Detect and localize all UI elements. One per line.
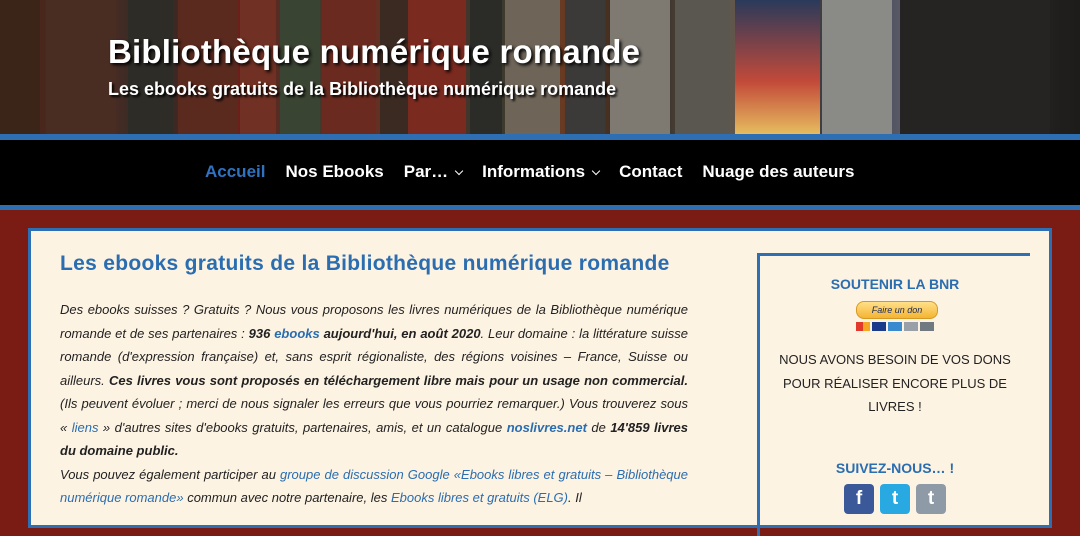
- payment-cards: [856, 322, 934, 331]
- catalogue-of-text: de: [586, 419, 611, 435]
- trailing-text: . Il: [568, 490, 582, 505]
- partner-text: commun avec notre partenaire, les: [183, 490, 391, 505]
- article-title: Les ebooks gratuits de la Bibliothèque n…: [60, 252, 670, 275]
- nav-item-label: Nos Ebooks: [285, 162, 384, 181]
- book-spine: [0, 0, 40, 136]
- book-spine: [46, 0, 116, 136]
- article-body: Des ebooks suisses ? Gratuits ? Nous vou…: [60, 298, 688, 510]
- social-links: f t t: [844, 484, 946, 514]
- nav-item-par[interactable]: Par…: [403, 162, 464, 182]
- participate-text: Vous pouvez également participer au: [60, 466, 280, 482]
- catalogue-text: » d'autres sites d'ebooks gratuits, part…: [98, 419, 507, 435]
- tumblr-icon[interactable]: t: [916, 484, 946, 514]
- content-panel: Les ebooks gratuits de la Bibliothèque n…: [28, 228, 1052, 536]
- ebook-count: 936: [248, 325, 271, 341]
- discover-icon: [904, 322, 918, 331]
- follow-title: SUIVEZ-NOUS… !: [835, 460, 955, 476]
- nav-divider: [0, 205, 1080, 210]
- noslivres-link[interactable]: noslivres.net: [507, 420, 587, 435]
- nav-item-contact[interactable]: Contact: [619, 162, 682, 182]
- nav-item-accueil[interactable]: Accueil: [205, 162, 265, 182]
- nav-item-nuage-des-auteurs[interactable]: Nuage des auteurs: [702, 162, 854, 182]
- book-spine: [900, 0, 1050, 136]
- nav-item-label: Par…: [403, 162, 449, 181]
- nav-item-label: Nuage des auteurs: [702, 162, 855, 181]
- nav-item-label: Informations: [482, 162, 586, 181]
- visa-icon: [872, 322, 886, 331]
- amex-icon: [888, 322, 902, 331]
- bank-card-icon: [920, 322, 934, 331]
- site-subtitle: Les ebooks gratuits de la Bibliothèque n…: [108, 79, 617, 99]
- facebook-icon[interactable]: f: [844, 484, 874, 514]
- donate-message: NOUS AVONS BESOIN DE VOS DONS POUR RÉALI…: [779, 352, 1011, 414]
- sidebar: SOUTENIR LA BNR Faire un don NOUS AVONS …: [757, 253, 1030, 536]
- twitter-icon[interactable]: t: [880, 484, 910, 514]
- nav-item-nos-ebooks[interactable]: Nos Ebooks: [285, 162, 383, 182]
- main-nav: Accueil Nos Ebooks Par… Informations Con…: [0, 140, 1080, 205]
- ereader-image: [735, 0, 820, 136]
- chevron-down-icon: [454, 166, 464, 175]
- nav-item-label: Contact: [619, 162, 683, 181]
- book-spine: [822, 0, 892, 136]
- header-banner: Bibliothèque numérique romande Les ebook…: [0, 0, 1080, 136]
- nav-item-label: Accueil: [205, 162, 266, 181]
- free-download-text: Ces livres vous sont proposés en télécha…: [109, 372, 688, 388]
- liens-link[interactable]: liens: [72, 420, 99, 435]
- ebooks-link[interactable]: ebooks: [274, 326, 320, 341]
- support-title: SOUTENIR LA BNR: [830, 276, 960, 292]
- mastercard-icon: [856, 322, 870, 331]
- site-title[interactable]: Bibliothèque numérique romande: [108, 33, 640, 71]
- chevron-down-icon: [591, 166, 601, 175]
- elg-link[interactable]: Ebooks libres et gratuits (ELG): [391, 490, 568, 505]
- date-text: aujourd'hui, en août 2020: [323, 325, 481, 341]
- book-spine: [675, 0, 730, 136]
- article: Les ebooks gratuits de la Bibliothèque n…: [60, 253, 688, 510]
- nav-item-informations[interactable]: Informations: [482, 162, 601, 182]
- donate-button[interactable]: Faire un don: [856, 301, 938, 319]
